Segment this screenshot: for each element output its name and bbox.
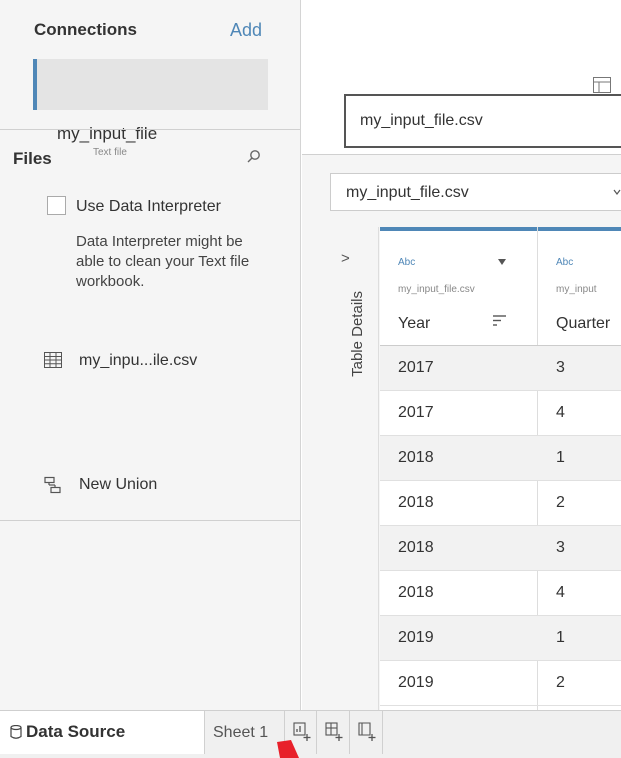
table-row: 2018 3 xyxy=(380,526,621,571)
tab-sheet-1-label: Sheet 1 xyxy=(213,724,269,741)
add-connection-link[interactable]: Add xyxy=(230,20,262,41)
canvas-table-label: my_input_file.csv xyxy=(360,112,483,129)
column-type-label[interactable]: Abc xyxy=(398,257,415,268)
new-story-button[interactable] xyxy=(350,711,383,754)
data-source-panel: Connections Add my_input_file Text file … xyxy=(0,0,301,710)
connection-name: my_input_file xyxy=(57,124,158,143)
files-header: Files xyxy=(13,149,52,168)
table-grid-icon xyxy=(44,352,62,368)
data-grid-area: my_input_file.csv > Table Details Abc my… xyxy=(302,155,621,710)
table-row: 2019 1 xyxy=(380,616,621,661)
connections-header: Connections xyxy=(34,20,137,39)
column-name[interactable]: Year xyxy=(398,315,430,333)
column-source-label: my_input_file.csv xyxy=(398,284,475,295)
column-name[interactable]: Quarter xyxy=(556,315,621,333)
chevron-down-icon[interactable] xyxy=(613,188,621,196)
table-cell: 4 xyxy=(556,404,565,421)
table-details-label[interactable]: Table Details xyxy=(349,291,366,377)
table-row: 2018 4 xyxy=(380,571,621,616)
table-row: 2018 1 xyxy=(380,436,621,481)
table-select-value: my_input_file.csv xyxy=(346,184,469,201)
table-row: 2019 2 xyxy=(380,661,621,706)
table-cell: 2017 xyxy=(398,359,434,376)
table-details-bar[interactable] xyxy=(302,227,379,710)
column-type-label[interactable]: Abc xyxy=(556,257,573,268)
join-canvas: my_input_file.csv xyxy=(302,0,621,155)
table-cell: 2018 xyxy=(398,494,434,511)
divider xyxy=(0,129,300,130)
new-story-icon xyxy=(358,722,376,741)
table-cell: 2017 xyxy=(398,404,434,421)
data-grid: Abc my_input_file.csv Year Abc my_input … xyxy=(380,227,621,710)
table-cell: 2018 xyxy=(398,539,434,556)
tab-sheet-1[interactable]: Sheet 1 xyxy=(205,711,285,754)
connection-type: Text file xyxy=(93,147,127,158)
new-dashboard-icon xyxy=(325,722,343,741)
table-row: 2017 3 xyxy=(380,346,621,391)
file-list-item[interactable]: my_inpu...ile.csv xyxy=(79,352,197,370)
sheet-tab-bar: Data Source Sheet 1 xyxy=(0,710,621,758)
use-data-interpreter-checkbox[interactable] xyxy=(47,196,66,215)
red-flag-icon xyxy=(277,740,299,758)
table-cell: 2019 xyxy=(398,629,434,646)
column-menu-icon[interactable] xyxy=(498,259,506,265)
table-cell: 1 xyxy=(556,629,565,646)
tab-data-source-label: Data Source xyxy=(26,722,126,741)
data-interpreter-description: Data Interpreter might be able to clean … xyxy=(76,233,250,290)
chevron-right-icon[interactable]: > xyxy=(341,250,350,267)
search-icon[interactable] xyxy=(246,149,262,165)
column-source-label: my_input xyxy=(556,284,597,295)
use-data-interpreter-label[interactable]: Use Data Interpreter xyxy=(76,198,221,216)
table-cell: 1 xyxy=(556,449,565,466)
table-row: 2018 2 xyxy=(380,481,621,526)
database-icon xyxy=(10,725,22,739)
table-cell: 4 xyxy=(556,584,565,601)
union-icon xyxy=(44,476,61,494)
table-cell: 3 xyxy=(556,539,565,556)
table-row: 2017 4 xyxy=(380,391,621,436)
table-cell: 2 xyxy=(556,494,565,511)
table-cell: 2018 xyxy=(398,584,434,601)
sort-icon[interactable] xyxy=(492,314,507,327)
table-cell: 3 xyxy=(556,359,565,376)
new-dashboard-button[interactable] xyxy=(317,711,350,754)
table-cell: 2 xyxy=(556,674,565,691)
connection-item[interactable]: my_input_file Text file xyxy=(33,59,268,158)
new-union-link[interactable]: New Union xyxy=(79,476,157,494)
tab-data-source[interactable]: Data Source xyxy=(0,711,205,754)
table-cell: 2018 xyxy=(398,449,434,466)
table-icon xyxy=(593,77,611,93)
divider xyxy=(0,520,300,521)
grid-accent-bar xyxy=(380,227,621,231)
table-cell: 2019 xyxy=(398,674,434,691)
